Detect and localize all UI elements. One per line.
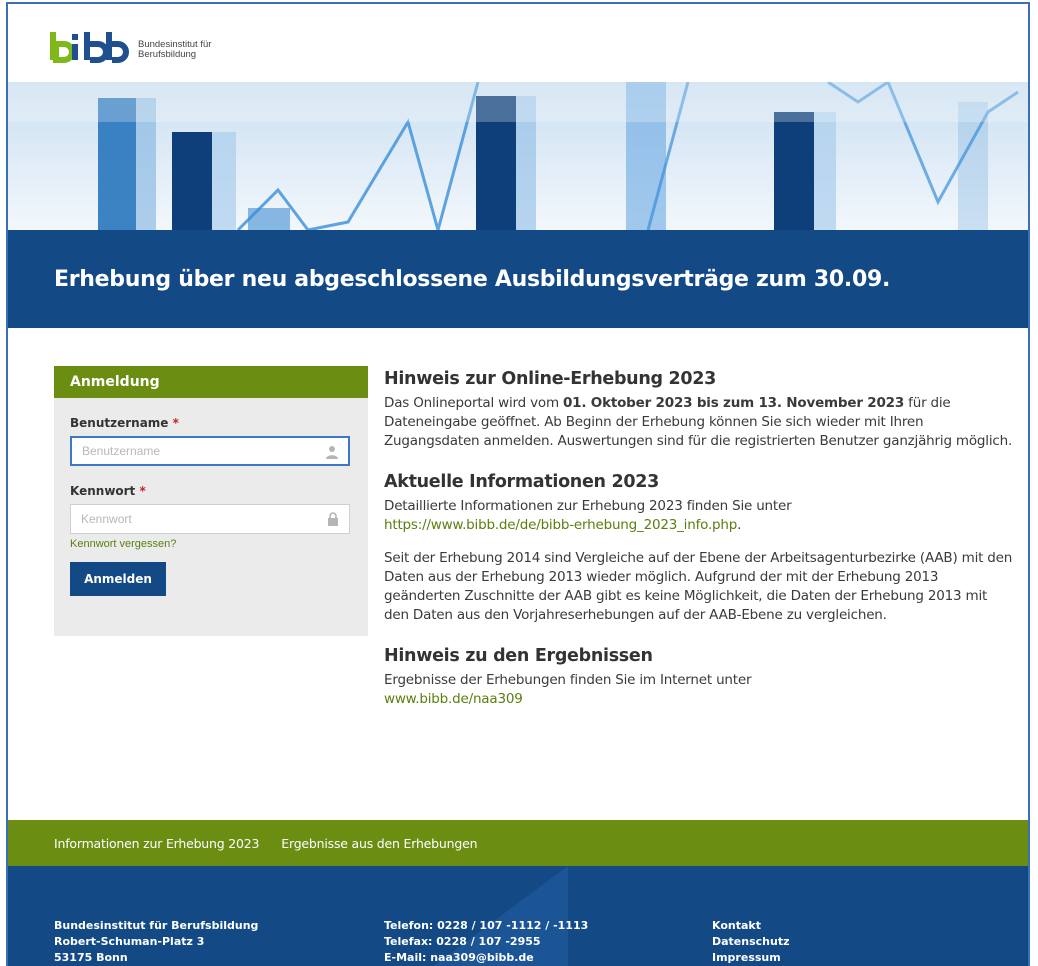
hinweis-text: Das Onlineportal wird vom 01. Oktober 20… [384,394,1014,451]
required-marker: * [172,416,179,430]
bibb-logo[interactable]: Bundesinstitut für Berufsbildung [50,30,211,71]
user-icon [326,446,338,459]
ergebnisse-text-start: Ergebnisse der Erhebungen finden Sie im … [384,672,752,688]
footer-email[interactable]: E-Mail: naa309@bibb.de [384,950,588,966]
hinweis-dates: 01. Oktober 2023 bis zum 13. November 20… [562,395,905,411]
ergebnisse-text: Ergebnisse der Erhebungen finden Sie im … [384,671,1014,709]
footer-nav: Informationen zur Erhebung 2023 Ergebnis… [8,820,1028,866]
section-vergleich: Seit der Erhebung 2014 sind Vergleiche a… [384,549,1014,625]
password-label: Kennwort * [70,484,352,498]
footer-address-line: Bundesinstitut für Berufsbildung [54,919,259,932]
section-aktuell: Aktuelle Informationen 2023 Detaillierte… [384,471,1014,535]
aktuell-heading: Aktuelle Informationen 2023 [384,472,659,492]
aktuell-text-start: Detaillierte Informationen zur Erhebung … [384,498,792,514]
password-field-wrapper [70,504,350,534]
hinweis-text-start: Das Onlineportal wird vom [384,395,563,411]
banner-image [8,82,1028,230]
hero-banner: Erhebung über neu abgeschlossene Ausbild… [8,82,1028,328]
banner-chart-graphic [8,82,1028,230]
footer-phone: Telefon: 0228 / 107 -1112 / -1113 [384,919,589,932]
info-link-suffix: . [737,517,742,533]
footer-link-impressum[interactable]: Impressum [712,950,790,966]
bibb-logo-mark [50,30,130,71]
section-ergebnisse: Hinweis zu den Ergebnissen Ergebnisse de… [384,645,1014,709]
footer-address-line: 53175 Bonn [54,951,128,964]
footer-nav-results[interactable]: Ergebnisse aus den Erhebungen [281,836,477,851]
login-form: Benutzername * Kennwort * [54,398,368,596]
banner-title-bar: Erhebung über neu abgeschlossene Ausbild… [8,230,1028,328]
username-field-wrapper [70,436,350,466]
login-panel: Anmeldung Benutzername * Kennwort * [54,366,368,636]
footer-links: Kontakt Datenschutz Impressum [712,918,790,966]
footer-nav-info[interactable]: Informationen zur Erhebung 2023 [54,836,259,851]
main-content: Hinweis zur Online-Erhebung 2023 Das Onl… [384,368,1014,729]
password-label-text: Kennwort [70,484,136,498]
footer-contact: Telefon: 0228 / 107 -1112 / -1113 Telefa… [384,918,588,966]
footer-link-datenschutz[interactable]: Datenschutz [712,934,790,950]
section-hinweis: Hinweis zur Online-Erhebung 2023 Das Onl… [384,368,1014,451]
footer-link-kontakt[interactable]: Kontakt [712,918,790,934]
bibb-logo-text: Bundesinstitut für Berufsbildung [138,40,211,60]
footer-address-line: Robert-Schuman-Platz 3 [54,935,205,948]
lock-icon [328,512,338,526]
username-label-text: Benutzername [70,416,169,430]
forgot-password-link[interactable]: Kennwort vergessen? [70,538,352,550]
hinweis-heading: Hinweis zur Online-Erhebung 2023 [384,369,717,389]
footer: Bundesinstitut für Berufsbildung Robert-… [8,866,1028,966]
password-input[interactable] [71,505,349,533]
required-marker: * [139,484,146,498]
username-label: Benutzername * [70,416,352,430]
bibb-logo-icon [50,31,129,63]
footer-address: Bundesinstitut für Berufsbildung Robert-… [54,918,258,966]
logo-line-2: Berufsbildung [138,49,197,60]
aktuell-text: Detaillierte Informationen zur Erhebung … [384,497,1014,535]
login-heading: Anmeldung [54,366,368,398]
footer-fax: Telefax: 0228 / 107 -2955 [384,935,541,948]
vergleich-text: Seit der Erhebung 2014 sind Vergleiche a… [384,550,1013,623]
username-input[interactable] [72,438,348,464]
ergebnisse-link[interactable]: www.bibb.de/naa309 [384,691,523,707]
page-frame: Bundesinstitut für Berufsbildung Erhebun… [6,2,1030,966]
login-button[interactable]: Anmelden [70,562,166,596]
info-link[interactable]: https://www.bibb.de/de/bibb-erhebung_202… [384,517,737,533]
ergebnisse-heading: Hinweis zu den Ergebnissen [384,646,653,666]
page-title: Erhebung über neu abgeschlossene Ausbild… [54,266,891,292]
